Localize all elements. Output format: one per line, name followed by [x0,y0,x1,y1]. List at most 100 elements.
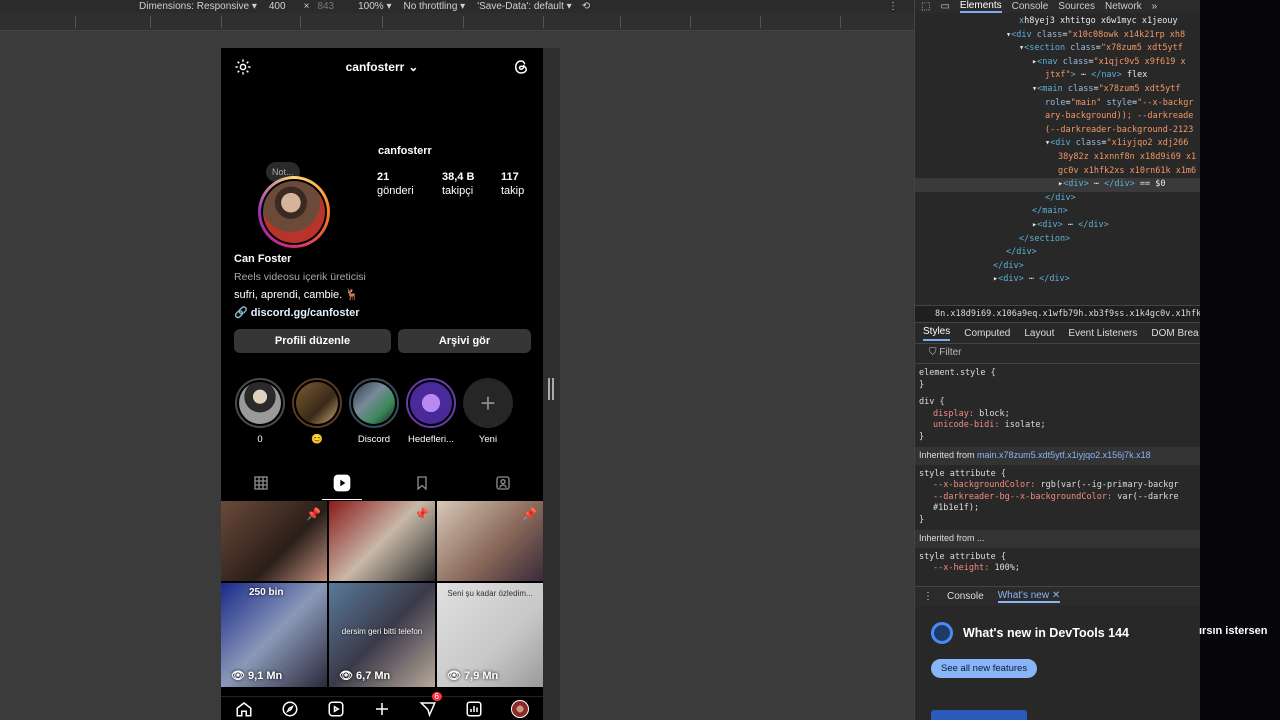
property-value: 100%; [994,563,1021,573]
dom-node-line[interactable]: </div> [915,246,1200,260]
new-highlight-button[interactable]: + Yeni [461,378,515,445]
threads-icon[interactable] [511,57,531,77]
followers-stat[interactable]: 38,4 B takipçi [442,170,474,198]
tab-tagged[interactable] [463,466,544,500]
reels-nav-icon[interactable] [325,698,347,720]
dom-node-line[interactable]: </div> [915,192,1200,206]
settings-icon[interactable] [233,57,253,77]
tab-event-listeners[interactable]: Event Listeners [1068,328,1137,339]
inherited-link[interactable]: main.x78zum5.xdt5ytf.x1iyjqo2.x156j7k.x1… [977,450,1151,460]
dom-node-line[interactable]: ary-background)); --darkreade [915,110,1200,124]
save-data-dropdown[interactable]: 'Save-Data': default ▾ [477,1,571,12]
tab-console[interactable]: Console [1012,1,1049,12]
highlight-item[interactable]: 0 [233,378,287,445]
height-input[interactable]: 843 [317,1,334,12]
dom-node-line[interactable]: </section> [915,233,1200,247]
create-icon[interactable] [371,698,393,720]
dom-node-line[interactable]: gc0v x1hfk2xs x10rn61k x1m6 [915,165,1200,179]
posts-stat[interactable]: 21 gönderi [377,170,414,198]
home-icon[interactable] [233,698,255,720]
tab-dom-breakpoints[interactable]: DOM Brea [1151,328,1198,339]
dom-node-line[interactable]: ▾<main class="x78zum5 xdt5ytf [915,83,1200,97]
tab-computed[interactable]: Computed [964,328,1010,339]
highlight-item[interactable]: Hedefleri... [404,378,458,445]
drawer-tab-console[interactable]: Console [947,591,984,602]
dom-node-line[interactable]: ▾<div class="x1iyjqo2 xdj266 [915,137,1200,151]
close-icon[interactable]: ✕ [1052,590,1060,601]
view-archive-button[interactable]: Arşivi gör [398,329,531,353]
dimensions-dropdown[interactable]: Dimensions: Responsive ▾ [139,1,257,12]
rotate-icon[interactable]: ⟲ [582,1,590,12]
messages-icon[interactable]: 6 [417,691,442,720]
explore-icon[interactable] [279,698,301,720]
drawer-tab-label: What's new [997,590,1050,601]
reel-thumbnail[interactable]: dersim geri bitti telefon 👁 6,7 Mn [329,583,435,687]
category-label: Reels videosu içerik üreticisi [234,271,366,283]
account-switcher[interactable]: canfosterr ⌄ [346,60,419,74]
styles-subtabs: Styles Computed Layout Event Listeners D… [915,323,1200,344]
tab-layout[interactable]: Layout [1024,328,1054,339]
drawer-tab-whats-new[interactable]: What's new ✕ [997,590,1061,603]
more-options-icon[interactable]: ⋮ [888,1,898,12]
tab-elements[interactable]: Elements [959,0,1002,13]
reel-thumbnail[interactable]: Seni şu kadar özledim... 👁 7,9 Mn [437,583,543,687]
tab-styles[interactable]: Styles [923,326,951,341]
filter-label: Filter [939,347,962,358]
dom-tree[interactable]: xh8yej3 xhtitgo x6w1myc x1jeouy ▾<div cla… [915,13,1200,305]
style-property[interactable]: display: block; [919,409,1196,421]
tab-posts[interactable] [221,466,302,500]
dom-node-line[interactable]: ▾<section class="x78zum5 xdt5ytf [915,42,1200,56]
device-toggle-icon[interactable]: ▭ [940,1,949,12]
dom-node-line[interactable]: ▸<div> ⋯ </div> [915,273,1200,287]
zoom-label: 100% [358,1,384,12]
dom-node-line[interactable]: ▾<div class="x10c08owk x14k21rp xh8 [915,29,1200,43]
highlight-item[interactable]: Discord [347,378,401,445]
dom-node-line[interactable]: (--darkreader-background-2123 [915,124,1200,138]
more-tabs-icon[interactable]: » [1152,1,1158,12]
dom-node-line[interactable]: jtxf"> ⋯ </nav> flex [915,69,1200,83]
reel-thumbnail[interactable]: 📌 [437,501,543,581]
times-sign: × [303,1,310,12]
highlight-label: Hedefleri... [408,434,454,445]
style-property[interactable]: unicode-bidi: isolate; [919,420,1196,432]
insights-icon[interactable] [463,698,485,720]
profile-nav-avatar[interactable] [509,698,531,720]
see-all-features-button[interactable]: See all new features [931,659,1038,678]
dom-node-line[interactable]: </div> [915,260,1200,274]
profile-avatar[interactable] [258,176,330,248]
highlight-cover [410,382,452,424]
bio-link[interactable]: 🔗 discord.gg/canfoster [234,304,366,322]
property-value: isolate; [1004,420,1046,430]
reel-thumbnail[interactable]: 📌 [329,501,435,581]
reel-views-count: 7,9 Mn [464,670,499,682]
tab-sources[interactable]: Sources [1058,1,1095,12]
dom-node-line[interactable]: ▸<div> ⋯ </div> [915,219,1200,233]
dom-node-line[interactable]: ▸<nav class="x1qjc9v5 x9f619 x [915,56,1200,70]
style-property[interactable]: --x-height: 100%; [919,563,1196,575]
dom-node-line[interactable]: 38y82z x1xnnf8n x18d9i69 x1 [915,151,1200,165]
dom-node-line[interactable]: ▸<div> ⋯ </div> == $0 [915,178,1200,192]
highlight-item[interactable]: 😊 [290,378,344,445]
style-property[interactable]: --darkreader-bg--x-backgroundColor: var(… [919,492,1196,504]
tab-network[interactable]: Network [1105,1,1142,12]
reel-thumbnail[interactable]: 📌 [221,501,327,581]
reel-thumbnail[interactable]: 250 bin 👁 9,1 Mn [221,583,327,687]
style-property[interactable]: --x-backgroundColor: rgb(var(--ig-primar… [919,480,1196,492]
styles-filter-input[interactable]: ⛉ Filter [915,344,1200,364]
throttling-dropdown[interactable]: No throttling ▾ [403,1,465,12]
tab-saved[interactable] [382,466,463,500]
zoom-dropdown[interactable]: 100% ▾ [358,1,391,12]
tagged-icon [496,476,510,490]
width-input[interactable]: 400 [269,1,286,12]
dom-node-line[interactable]: </main> [915,205,1200,219]
resize-handle[interactable] [548,378,554,400]
dom-node-line[interactable]: xh8yej3 xhtitgo x6w1myc x1jeouy [915,15,1200,29]
inherited-header: Inherited from main.x78zum5.xdt5ytf.x1iy… [915,447,1200,465]
breadcrumb[interactable]: 8n.x18d9i69.x106a9eq.x1wfb79h.xb3f9ss.x1… [915,305,1200,323]
edit-profile-button[interactable]: Profili düzenle [234,329,391,353]
following-stat[interactable]: 117 takip [501,170,524,198]
drawer-menu-icon[interactable]: ⋮ [923,591,933,602]
inspect-icon[interactable]: ⬚ [921,1,930,12]
tab-reels[interactable] [302,466,383,500]
dom-node-line[interactable]: role="main" style="--x-backgr [915,97,1200,111]
